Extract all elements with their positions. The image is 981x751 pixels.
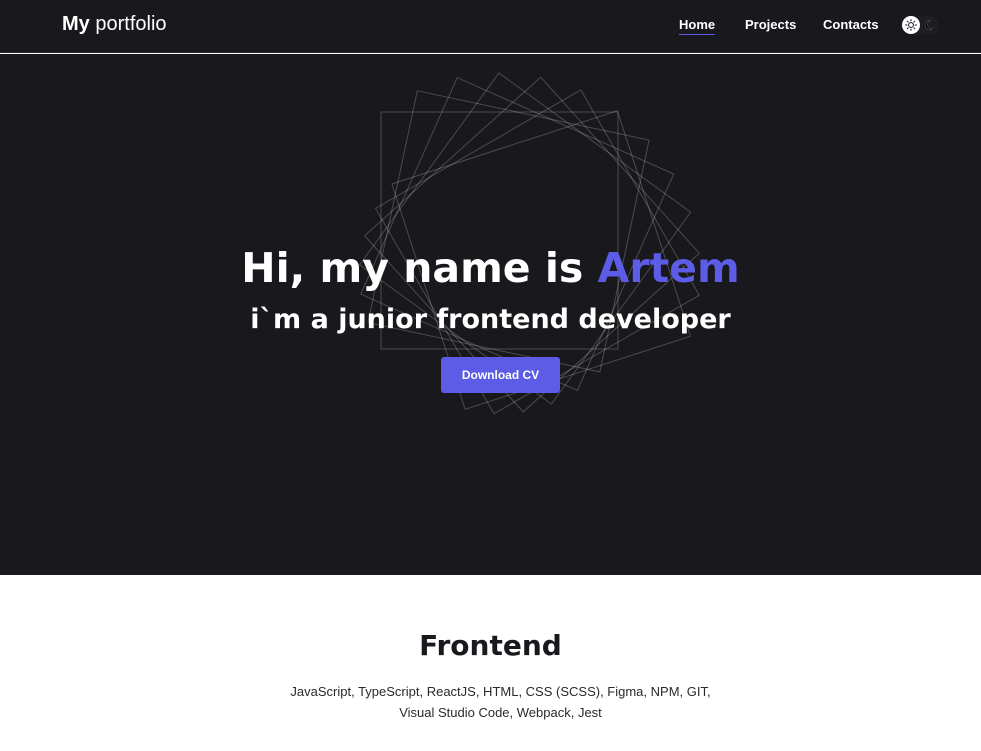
hero-subtitle: i`m a junior frontend developer	[250, 304, 731, 335]
nav-contacts[interactable]: Contacts	[823, 17, 879, 32]
skills-section: Frontend JavaScript, TypeScript, ReactJS…	[0, 575, 981, 751]
sun-icon[interactable]	[902, 16, 920, 34]
nav-projects[interactable]: Projects	[745, 17, 796, 32]
hero-title: Hi, my name is Artem	[0, 244, 981, 292]
skills-title: Frontend	[419, 629, 562, 662]
hero-name: Artem	[597, 244, 740, 292]
skills-line-1: JavaScript, TypeScript, ReactJS, HTML, C…	[290, 684, 711, 699]
hero-section: Hi, my name is Artem i`m a junior fronte…	[0, 54, 981, 575]
logo[interactable]: My portfolio	[62, 13, 167, 36]
download-cv-button[interactable]: Download CV	[441, 357, 560, 393]
nav-home[interactable]: Home	[679, 17, 716, 35]
skills-list: JavaScript, TypeScript, ReactJS, HTML, C…	[290, 681, 711, 723]
skills-line-2: Visual Studio Code, Webpack, Jest	[399, 705, 602, 720]
logo-bold: My	[62, 13, 90, 35]
site-header: My portfolio Home Projects Contacts	[0, 0, 981, 53]
hero-title-prefix: Hi, my name is	[241, 244, 584, 292]
moon-icon[interactable]	[922, 17, 938, 33]
logo-text: portfolio	[95, 13, 167, 35]
theme-toggle[interactable]	[901, 16, 939, 34]
